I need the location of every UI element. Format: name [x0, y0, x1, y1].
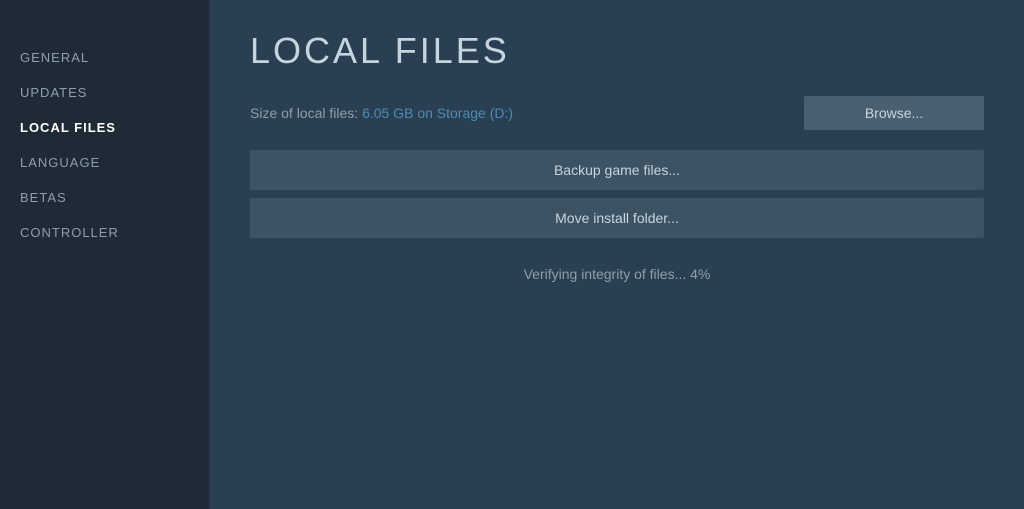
main-content: LOCAL FILES Size of local files: 6.05 GB…	[210, 0, 1024, 509]
file-size-text: Size of local files: 6.05 GB on Storage …	[250, 105, 513, 121]
action-buttons-area: Backup game files... Move install folder…	[250, 150, 984, 246]
file-size-value: 6.05 GB on Storage (D:)	[362, 105, 513, 121]
page-title: LOCAL FILES	[250, 30, 984, 72]
verify-integrity-status: Verifying integrity of files... 4%	[250, 266, 984, 282]
move-install-folder-button[interactable]: Move install folder...	[250, 198, 984, 238]
sidebar-item-betas[interactable]: BETAS	[0, 180, 209, 215]
file-size-row: Size of local files: 6.05 GB on Storage …	[250, 96, 984, 130]
sidebar-item-controller[interactable]: CONTROLLER	[0, 215, 209, 250]
sidebar-item-general[interactable]: GENERAL	[0, 40, 209, 75]
sidebar-item-local-files[interactable]: LOCAL FILES	[0, 110, 209, 145]
sidebar-item-updates[interactable]: UPDATES	[0, 75, 209, 110]
sidebar-item-language[interactable]: LANGUAGE	[0, 145, 209, 180]
sidebar: GENERAL UPDATES LOCAL FILES LANGUAGE BET…	[0, 0, 210, 509]
browse-button[interactable]: Browse...	[804, 96, 984, 130]
backup-game-files-button[interactable]: Backup game files...	[250, 150, 984, 190]
